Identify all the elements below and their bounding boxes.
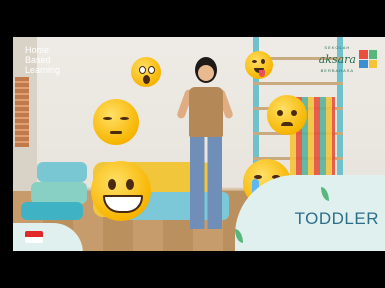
letterbox-bottom — [0, 251, 385, 288]
winking-tongue-face-icon — [245, 51, 273, 79]
window-shutter — [15, 77, 29, 147]
letterbox-top — [0, 0, 385, 37]
screaming-face-icon — [131, 57, 161, 87]
level-badge: TODDLER — [294, 209, 379, 228]
presenter — [176, 57, 234, 237]
foam-block — [37, 162, 87, 182]
grinning-face-icon — [91, 161, 151, 221]
indonesia-flag-icon — [25, 231, 43, 243]
home-based-learning-logo: Home Based Learning — [25, 45, 61, 75]
pensive-face-icon — [93, 99, 139, 145]
foam-block — [21, 202, 83, 220]
angry-face-icon — [267, 95, 307, 135]
aksara-mark-icon — [359, 50, 377, 68]
aksara-logo: SEKOLAH aksara BERBAHASA — [319, 45, 377, 73]
video-frame[interactable]: Home Based Learning SEKOLAH aksara BERBA… — [13, 37, 385, 251]
foam-block — [31, 182, 87, 204]
